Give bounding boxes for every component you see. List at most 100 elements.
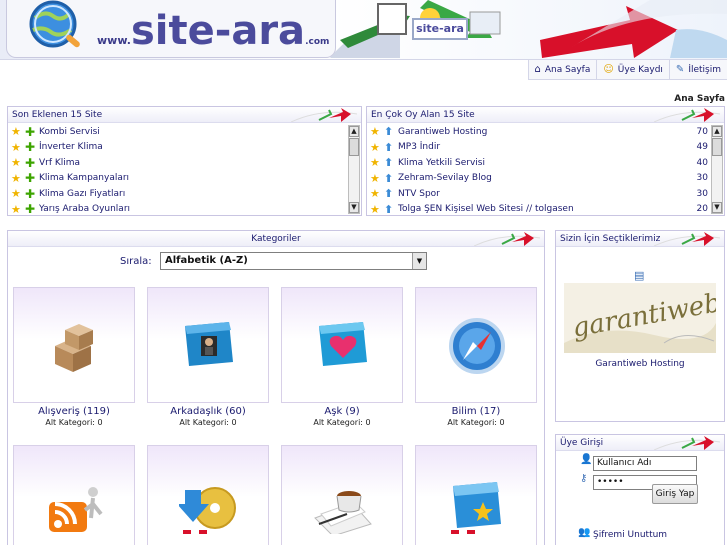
chevron-down-icon[interactable]: ▼ <box>412 253 426 269</box>
top-voted-scrollbar[interactable]: ▲ ▼ <box>711 125 723 214</box>
list-item[interactable]: ★ ⬆ NTV Spor 30 <box>367 186 710 202</box>
coffee-mail-icon <box>314 491 372 534</box>
category-image[interactable] <box>281 445 403 545</box>
login-panel: Üye Girişi 👤 Kullanıcı Adı ⚷ ••••• Giriş… <box>555 434 725 545</box>
scroll-up-icon[interactable]: ▲ <box>712 126 722 137</box>
category-image[interactable] <box>147 445 269 545</box>
nav-home[interactable]: ⌂ Ana Sayfa <box>527 60 597 80</box>
arrows-deco-icon <box>654 436 720 450</box>
featured-thumbnail-icon[interactable]: ▤ <box>634 269 644 282</box>
scroll-thumb[interactable] <box>712 138 722 156</box>
list-item-link[interactable]: NTV Spor <box>398 189 440 199</box>
site-header: www.site-ara.com site-ara <box>0 0 727 60</box>
friends-folder-icon <box>185 322 233 366</box>
featured-site-name[interactable]: Garantiweb Hosting <box>556 359 724 369</box>
star-icon: ★ <box>370 171 380 185</box>
nav-register[interactable]: ☺ Üye Kaydı <box>596 60 669 80</box>
vote-count: 30 <box>696 173 708 184</box>
list-item[interactable]: ★ ✚ Yarış Araba Oyunları <box>8 202 347 215</box>
list-item[interactable]: ★ ✚ Vrf Klima <box>8 155 347 171</box>
cd-download-icon <box>179 487 236 534</box>
list-item-link[interactable]: Vrf Klima <box>39 158 80 168</box>
category-image[interactable] <box>281 287 403 403</box>
list-item[interactable]: ★ ✚ İnverter Klima <box>8 140 347 156</box>
star-icon: ★ <box>370 125 380 139</box>
vote-count: 20 <box>696 204 708 215</box>
scroll-down-icon[interactable]: ▼ <box>712 202 722 213</box>
scroll-up-icon[interactable]: ▲ <box>349 126 359 137</box>
site-logo[interactable]: www.site-ara.com <box>6 0 336 58</box>
plus-icon: ✚ <box>25 140 36 155</box>
forgot-user-icon: 👥 <box>578 527 591 538</box>
rss-icon <box>49 487 103 532</box>
banner-tag: site-ara <box>412 18 468 40</box>
list-item-link[interactable]: İnverter Klima <box>39 142 103 152</box>
list-item[interactable]: ★ ✚ Kombi Servisi <box>8 124 347 140</box>
category-card[interactable] <box>415 445 537 545</box>
category-name[interactable]: Bilim (17) <box>415 406 537 417</box>
globe-magnifier-icon <box>29 0 80 48</box>
list-item[interactable]: ★ ⬆ Tolga ŞEN Kişisel Web Sitesi // tolgas… <box>367 202 710 215</box>
category-image[interactable] <box>415 287 537 403</box>
login-button[interactable]: Giriş Yap <box>652 484 698 504</box>
list-item-link[interactable]: Garantiweb Hosting <box>398 127 487 137</box>
categories-title: Kategoriler <box>8 231 544 247</box>
list-item-link[interactable]: Kombi Servisi <box>39 127 100 137</box>
category-card[interactable]: Arkadaşlık (60) Alt Kategori: 0 <box>147 287 269 427</box>
password-value: ••••• <box>597 477 624 487</box>
logo-main-text: site-ara <box>130 8 306 54</box>
list-item-link[interactable]: Zehram-Sevilay Blog <box>398 173 492 183</box>
category-card[interactable]: Bilim (17) Alt Kategori: 0 <box>415 287 537 427</box>
breadcrumb: Ana Sayfa <box>674 94 725 104</box>
featured-site-logo[interactable]: garantiweb <box>564 283 716 353</box>
list-item-link[interactable]: MP3 İndir <box>398 142 440 152</box>
sort-select-value: Alfabetik (A-Z) <box>165 255 248 266</box>
list-item-link[interactable]: Tolga ŞEN Kişisel Web Sitesi // tolgasen <box>398 204 574 214</box>
category-image[interactable] <box>415 445 537 545</box>
list-item[interactable]: ★ ✚ Klima Kampanyaları <box>8 171 347 187</box>
list-item-link[interactable]: Klima Yetkili Servisi <box>398 158 485 168</box>
list-item[interactable]: ★ ⬆ MP3 İndir 49 <box>367 140 710 156</box>
home-icon: ⌂ <box>534 64 541 75</box>
category-name[interactable]: Arkadaşlık (60) <box>147 406 269 417</box>
arrows-deco-icon <box>654 108 720 122</box>
plus-icon: ✚ <box>25 155 36 170</box>
nav-contact[interactable]: ✎ İletişim <box>668 60 727 80</box>
list-item[interactable]: ★ ✚ Klima Gazı Fiyatları <box>8 186 347 202</box>
category-card[interactable]: Aşk (9) Alt Kategori: 0 <box>281 287 403 427</box>
star-folder-icon <box>451 482 501 534</box>
up-arrow-icon: ⬆ <box>384 156 394 170</box>
username-input[interactable]: Kullanıcı Adı <box>593 456 697 471</box>
star-icon: ★ <box>11 187 21 201</box>
category-card[interactable] <box>147 445 269 545</box>
category-image[interactable] <box>147 287 269 403</box>
sort-select[interactable]: Alfabetik (A-Z) ▼ <box>160 252 427 270</box>
up-arrow-icon: ⬆ <box>384 202 394 215</box>
top-voted-title: En Çok Oy Alan 15 Site <box>367 107 724 123</box>
list-item-link[interactable]: Yarış Araba Oyunları <box>39 204 130 214</box>
list-item-link[interactable]: Klima Kampanyaları <box>39 173 129 183</box>
category-card[interactable]: Alışveriş (119) Alt Kategori: 0 <box>13 287 135 427</box>
forgot-password-link[interactable]: Şifremi Unuttum <box>593 530 667 540</box>
recent-sites-title-text: Son Eklenen 15 Site <box>12 110 103 120</box>
category-card[interactable] <box>281 445 403 545</box>
login-title: Üye Girişi <box>556 435 724 451</box>
list-item[interactable]: ★ ⬆ Zehram-Sevilay Blog 30 <box>367 171 710 187</box>
scroll-down-icon[interactable]: ▼ <box>349 202 359 213</box>
star-icon: ★ <box>370 202 380 215</box>
plus-icon: ✚ <box>25 202 36 215</box>
star-icon: ★ <box>370 156 380 170</box>
list-item[interactable]: ★ ⬆ Garantiweb Hosting 70 <box>367 124 710 140</box>
list-item[interactable]: ★ ⬆ Klima Yetkili Servisi 40 <box>367 155 710 171</box>
featured-title: Sizin İçin Seçtiklerimiz <box>556 231 724 247</box>
list-item-link[interactable]: Klima Gazı Fiyatları <box>39 189 125 199</box>
category-name[interactable]: Aşk (9) <box>281 406 403 417</box>
top-voted-title-text: En Çok Oy Alan 15 Site <box>371 110 475 120</box>
category-image[interactable] <box>13 445 135 545</box>
category-image[interactable] <box>13 287 135 403</box>
scroll-thumb[interactable] <box>349 138 359 156</box>
star-icon: ★ <box>370 187 380 201</box>
recent-scrollbar[interactable]: ▲ ▼ <box>348 125 360 214</box>
category-card[interactable] <box>13 445 135 545</box>
category-name[interactable]: Alışveriş (119) <box>13 406 135 417</box>
